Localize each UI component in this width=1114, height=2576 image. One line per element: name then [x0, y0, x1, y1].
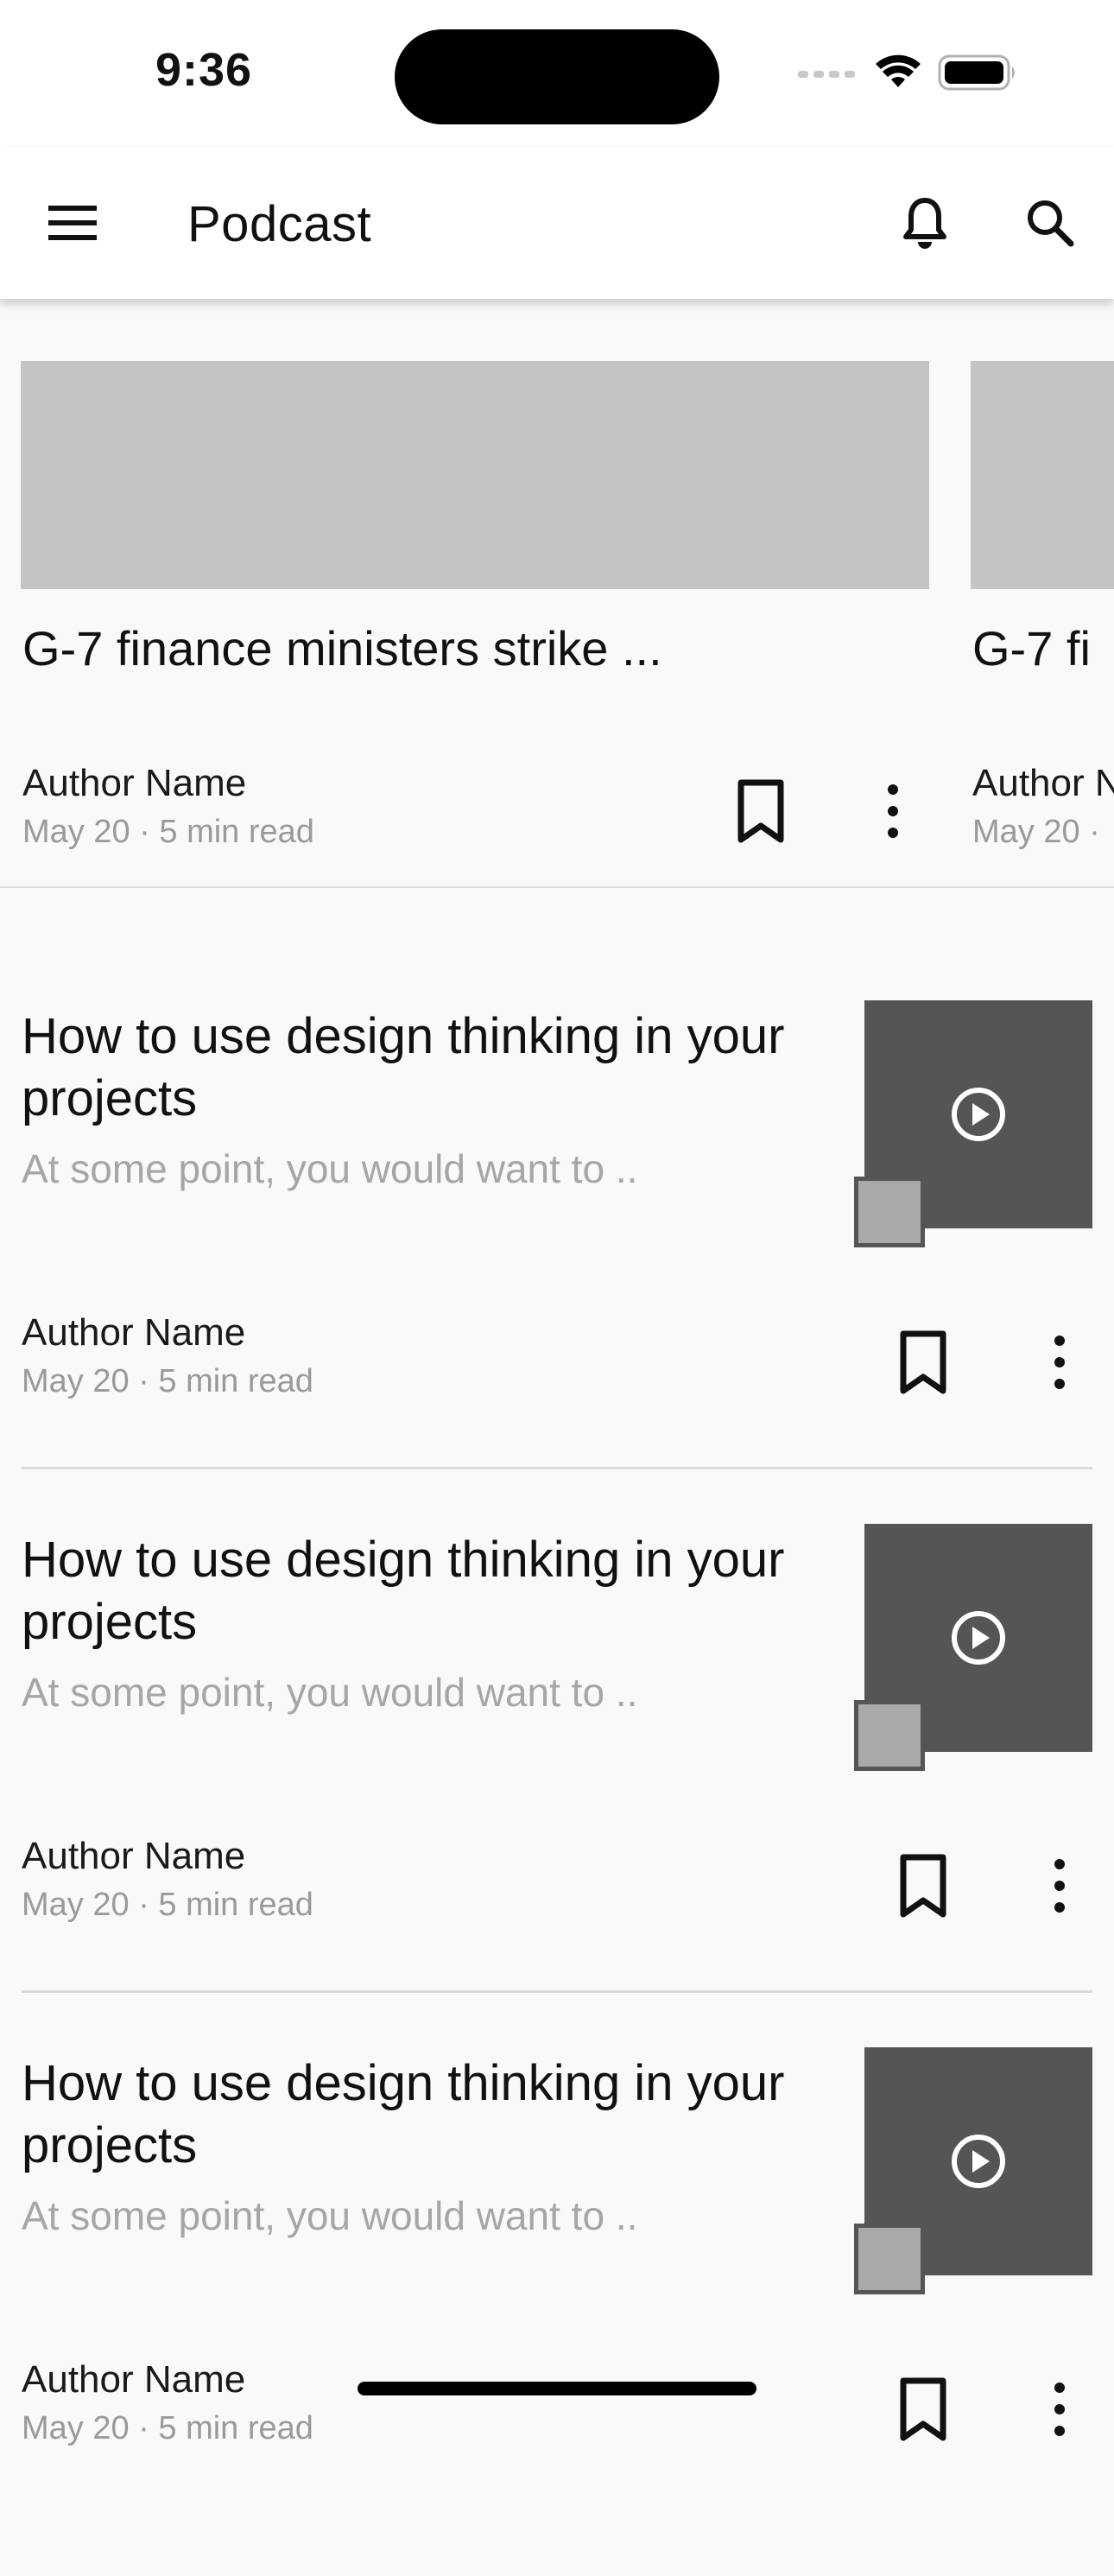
more-options-icon[interactable]	[1042, 2376, 1077, 2443]
featured-carousel[interactable]: G-7 finance ministers strike ... Author …	[0, 299, 1114, 886]
play-icon[interactable]	[948, 2131, 1009, 2192]
card-author: Author Name	[22, 762, 247, 804]
item-title[interactable]: How to use design thinking in your proje…	[22, 2053, 799, 2177]
play-icon[interactable]	[948, 1608, 1009, 1668]
item-description: At some point, you would want to ..	[22, 1670, 638, 1715]
card-meta: May 20 ·	[972, 814, 1100, 850]
featured-card[interactable]: G-7 finance ministers strike ... Author …	[21, 361, 929, 850]
bookmark-icon[interactable]	[893, 1852, 953, 1919]
dynamic-island	[395, 29, 719, 124]
mini-thumbnail	[854, 1700, 925, 1771]
item-author: Author Name	[22, 2358, 246, 2401]
search-icon	[1028, 200, 1074, 247]
item-title[interactable]: How to use design thinking in your proje…	[22, 1006, 799, 1130]
card-title[interactable]: G-7 finance ministers strike ...	[22, 620, 662, 676]
card-thumbnail[interactable]	[971, 361, 1114, 589]
card-meta: May 20 · 5 min read	[22, 814, 314, 850]
card-thumbnail[interactable]	[21, 361, 929, 589]
item-divider	[22, 1990, 1092, 1993]
item-meta: May 20 · 5 min read	[22, 1363, 313, 1399]
item-divider	[22, 1467, 1092, 1469]
list-item[interactable]: How to use design thinking in your proje…	[0, 1524, 1114, 2053]
more-options-icon[interactable]	[1042, 1329, 1077, 1396]
search-button[interactable]	[1019, 192, 1081, 254]
item-author: Author Name	[22, 1835, 246, 1877]
section-divider	[0, 886, 1114, 888]
item-description: At some point, you would want to ..	[22, 1146, 638, 1191]
menu-icon	[48, 206, 97, 240]
status-icons	[798, 54, 1019, 92]
menu-button[interactable]	[41, 192, 104, 254]
status-time: 9:36	[155, 44, 253, 96]
item-title[interactable]: How to use design thinking in your proje…	[22, 1529, 799, 1653]
item-author: Author Name	[22, 1311, 246, 1354]
mini-thumbnail	[854, 2224, 925, 2294]
more-options-icon[interactable]	[876, 777, 910, 845]
battery-icon	[938, 54, 1015, 91]
item-description: At some point, you would want to ..	[22, 2193, 638, 2238]
card-title[interactable]: G-7 fi	[972, 620, 1091, 676]
item-meta: May 20 · 5 min read	[22, 1887, 313, 1923]
bookmark-icon[interactable]	[731, 777, 791, 845]
play-icon[interactable]	[948, 1084, 1009, 1145]
wifi-icon	[876, 54, 921, 87]
list-item[interactable]: How to use design thinking in your proje…	[0, 2047, 1114, 2576]
bell-icon	[903, 198, 946, 249]
mini-thumbnail	[854, 1177, 925, 1247]
notifications-button[interactable]	[894, 192, 956, 254]
app-bar: Podcast	[0, 147, 1114, 299]
cellular-signal-icon	[798, 71, 855, 78]
card-author: Author N	[972, 762, 1114, 804]
list-item[interactable]: How to use design thinking in your proje…	[0, 1000, 1114, 1529]
more-options-icon[interactable]	[1042, 1852, 1077, 1919]
page-title: Podcast	[187, 196, 372, 252]
item-meta: May 20 · 5 min read	[22, 2410, 313, 2446]
home-indicator[interactable]	[358, 2382, 756, 2395]
featured-card[interactable]: G-7 fi Author N May 20 ·	[971, 361, 1114, 850]
bookmark-icon[interactable]	[893, 2376, 953, 2443]
bookmark-icon[interactable]	[893, 1329, 953, 1396]
status-bar: 9:36	[0, 0, 1114, 147]
